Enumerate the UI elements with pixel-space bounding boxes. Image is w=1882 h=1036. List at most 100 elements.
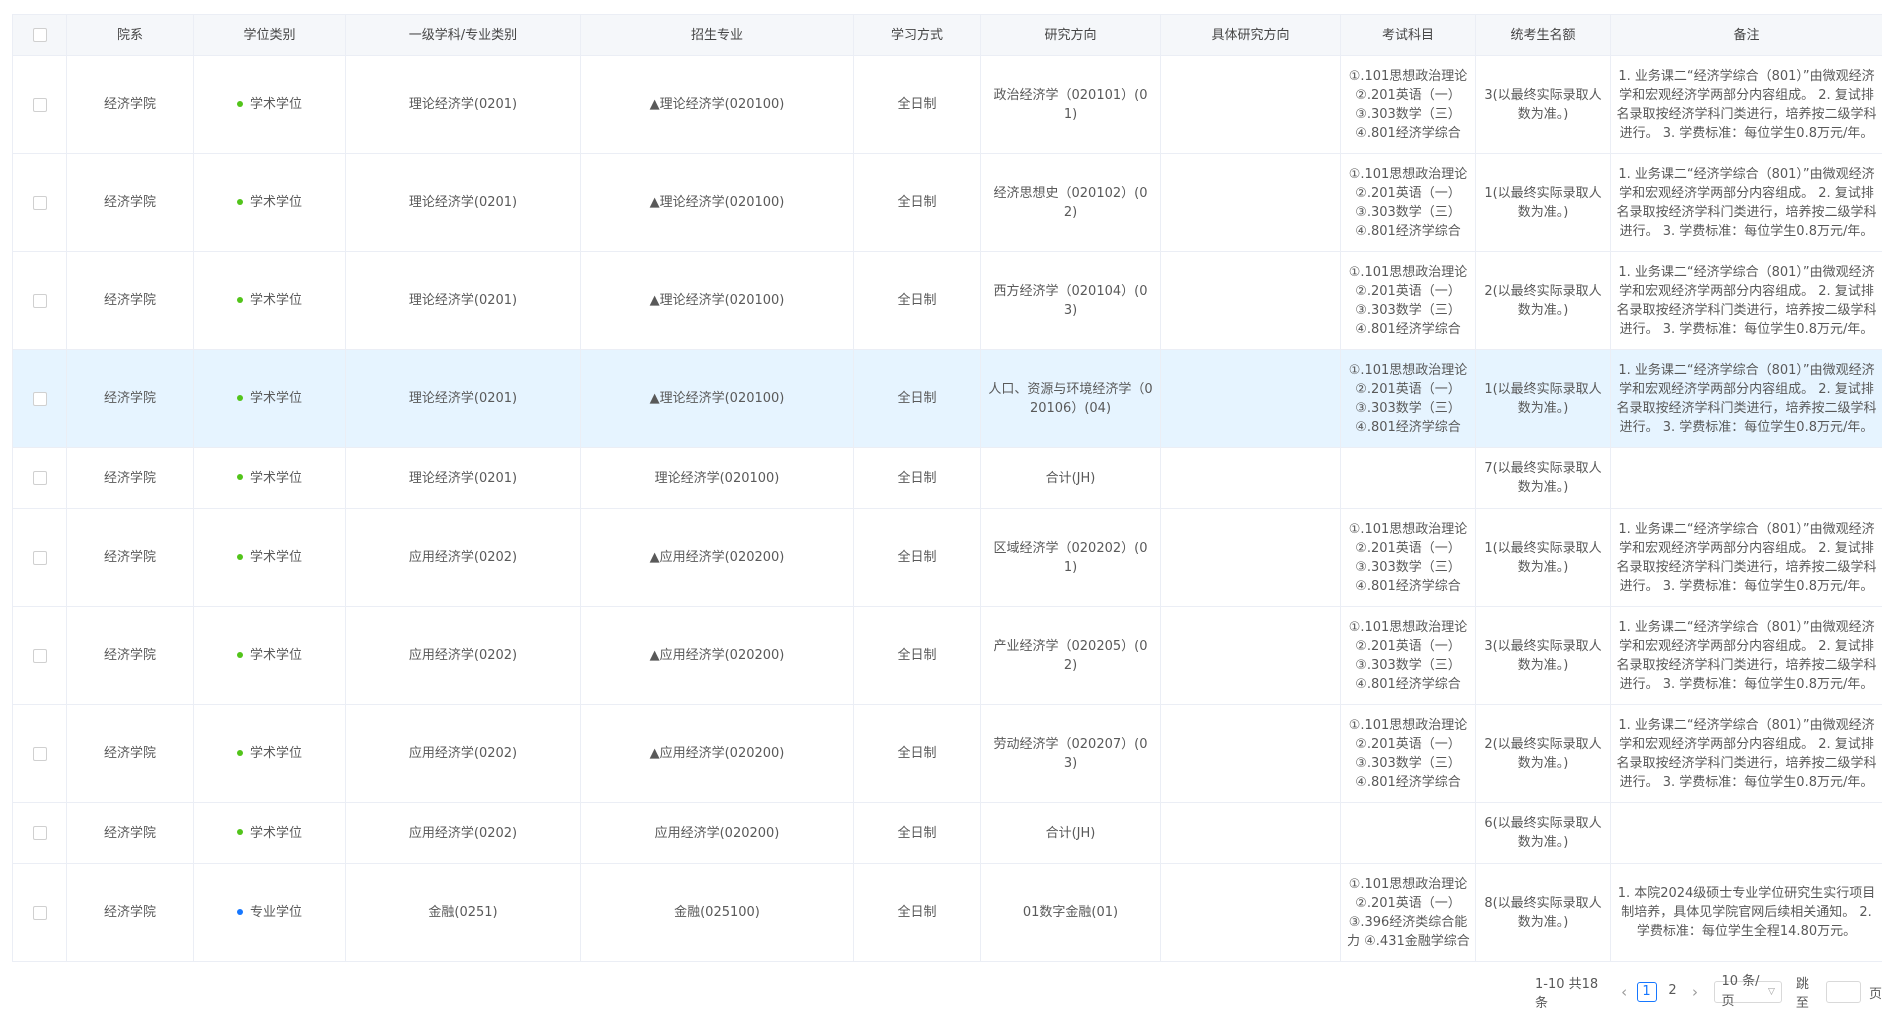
cell-quota: 2(以最终实际录取人数为准。) [1475, 251, 1611, 350]
cell-discipline: 理论经济学(0201) [345, 251, 581, 350]
degree-label: 学术学位 [249, 195, 302, 210]
cell-dept: 经济学院 [66, 508, 194, 607]
row-select-cell[interactable] [12, 251, 67, 350]
cell-mode: 全日制 [853, 704, 981, 803]
cell-discipline: 金融(0251) [345, 863, 581, 962]
table-row[interactable]: 经济学院 学术学位 应用经济学(0202) ▲应用经济学(020200) 全日制 区域经济… [12, 508, 1882, 607]
exam-subject: ③.303数学（三） [1355, 657, 1461, 673]
row-select-cell[interactable] [12, 55, 67, 154]
row-select-cell[interactable] [12, 802, 67, 864]
cell-dept: 经济学院 [66, 606, 194, 705]
exam-subject: ④.801经济学综合 [1355, 125, 1461, 141]
cell-discipline: 理论经济学(0201) [345, 349, 581, 448]
cell-direction: 合计(JH) [980, 447, 1161, 509]
next-page-icon[interactable]: › [1686, 983, 1705, 1001]
row-select-cell[interactable] [12, 508, 67, 607]
exam-subject: ②.201英语（一） [1355, 638, 1461, 654]
row-checkbox[interactable] [32, 293, 47, 308]
status-dot-icon [236, 829, 243, 835]
row-select-cell[interactable] [12, 349, 67, 448]
exam-subject: ③.303数学（三） [1355, 755, 1461, 771]
row-select-cell[interactable] [12, 863, 67, 962]
exam-subject: ②.201英语（一） [1355, 540, 1461, 556]
status-dot-icon [236, 296, 243, 303]
cell-dept: 经济学院 [66, 863, 194, 962]
table-row[interactable]: 经济学院 学术学位 理论经济学(0201) ▲理论经济学(020100) 全日制 政治经济… [12, 55, 1882, 154]
row-checkbox[interactable] [32, 391, 47, 406]
cell-degree: 学术学位 [193, 153, 346, 252]
table-row[interactable]: 经济学院 专业学位 金融(0251) 金融(025100) 全日制 01数字金融(01) ①… [12, 863, 1882, 962]
page-1-button[interactable]: 1 [1636, 982, 1657, 1002]
page-size-select[interactable]: 10 条/页 ▽ [1714, 974, 1782, 1009]
row-select-cell[interactable] [12, 606, 67, 705]
exam-subject: ①.101思想政治理论 [1348, 264, 1468, 280]
exam-subject: ④.801经济学综合 [1355, 774, 1461, 790]
status-dot-icon [236, 749, 243, 756]
cell-direction: 合计(JH) [980, 802, 1161, 864]
cell-mode: 全日制 [853, 802, 981, 864]
table-row[interactable]: 经济学院 学术学位 应用经济学(0202) 应用经济学(020200) 全日制 合计(JH… [12, 802, 1882, 864]
degree-label: 学术学位 [249, 648, 302, 663]
cell-exam: ①.101思想政治理论 ②.201英语（一） ③.303数学（三） ④.801经济学综… [1340, 349, 1476, 448]
table-row[interactable]: 经济学院 学术学位 理论经济学(0201) ▲理论经济学(020100) 全日制 西方经济… [12, 251, 1882, 350]
exam-subject: ④.801经济学综合 [1355, 321, 1461, 337]
exam-subject: ②.201英语（一） [1355, 185, 1461, 201]
status-dot-icon [236, 474, 243, 480]
cell-dept: 经济学院 [66, 251, 194, 350]
column-header-direction: 研究方向 [980, 14, 1161, 56]
row-select-cell[interactable] [12, 704, 67, 803]
prev-page-icon[interactable]: ‹ [1615, 983, 1634, 1001]
exam-subject: ①.101思想政治理论 [1348, 521, 1468, 537]
cell-major: ▲应用经济学(020200) [580, 606, 854, 705]
select-all-checkbox[interactable] [32, 28, 47, 42]
cell-discipline: 应用经济学(0202) [345, 508, 581, 607]
cell-major: ▲理论经济学(020100) [580, 55, 854, 154]
table-row[interactable]: 经济学院 学术学位 应用经济学(0202) ▲应用经济学(020200) 全日制 产业经济… [12, 606, 1882, 705]
row-select-cell[interactable] [12, 447, 67, 509]
cell-major: ▲理论经济学(020100) [580, 153, 854, 252]
row-checkbox[interactable] [32, 746, 47, 761]
row-checkbox[interactable] [32, 648, 47, 663]
cell-discipline: 应用经济学(0202) [345, 606, 581, 705]
exam-subject: ①.101思想政治理论 [1348, 362, 1468, 378]
cell-degree: 学术学位 [193, 349, 346, 448]
degree-label: 学术学位 [249, 97, 302, 112]
row-checkbox[interactable] [32, 471, 47, 485]
exam-subject: ②.201英语（一） [1355, 736, 1461, 752]
cell-mode: 全日制 [853, 153, 981, 252]
select-all-cell[interactable] [12, 14, 67, 56]
cell-mode: 全日制 [853, 447, 981, 509]
cell-direction: 经济思想史（020102）(02) [980, 153, 1161, 252]
table-row[interactable]: 经济学院 学术学位 理论经济学(0201) ▲理论经济学(020100) 全日制 经济思想… [12, 153, 1882, 252]
row-checkbox[interactable] [32, 826, 47, 840]
cell-specific [1160, 55, 1341, 154]
cell-remark: 1. 业务课二“经济学综合（801）”由微观经济学和宏观经济学两部分内容组成。 … [1610, 153, 1882, 252]
row-checkbox[interactable] [32, 550, 47, 565]
cell-major: ▲应用经济学(020200) [580, 704, 854, 803]
row-select-cell[interactable] [12, 153, 67, 252]
status-dot-icon [236, 908, 243, 915]
cell-specific [1160, 863, 1341, 962]
table-row[interactable]: 经济学院 学术学位 应用经济学(0202) ▲应用经济学(020200) 全日制 劳动经济… [12, 704, 1882, 803]
cell-remark [1610, 802, 1882, 864]
cell-major: ▲理论经济学(020100) [580, 251, 854, 350]
status-dot-icon [236, 651, 243, 658]
row-checkbox[interactable] [32, 905, 47, 920]
cell-quota: 8(以最终实际录取人数为准。) [1475, 863, 1611, 962]
cell-major: 应用经济学(020200) [580, 802, 854, 864]
cell-mode: 全日制 [853, 606, 981, 705]
column-header-remark: 备注 [1610, 14, 1882, 56]
cell-exam: ①.101思想政治理论 ②.201英语（一） ③.303数学（三） ④.801经济学综… [1340, 251, 1476, 350]
row-checkbox[interactable] [32, 195, 47, 210]
cell-exam: ①.101思想政治理论 ②.201英语（一） ③.396经济类综合能力 ④.431金… [1340, 863, 1476, 962]
cell-exam [1340, 447, 1476, 509]
cell-quota: 1(以最终实际录取人数为准。) [1475, 153, 1611, 252]
table-row[interactable]: 经济学院 学术学位 理论经济学(0201) ▲理论经济学(020100) 全日制 人口、资… [12, 349, 1882, 448]
row-checkbox[interactable] [32, 97, 47, 112]
status-dot-icon [236, 394, 243, 401]
page-2-button[interactable]: 2 [1663, 982, 1683, 1002]
table-row[interactable]: 经济学院 学术学位 理论经济学(0201) 理论经济学(020100) 全日制 合计(JH… [12, 447, 1882, 509]
cell-exam: ①.101思想政治理论 ②.201英语（一） ③.303数学（三） ④.801经济学综… [1340, 704, 1476, 803]
jump-page-input[interactable] [1826, 981, 1861, 1003]
cell-specific [1160, 349, 1341, 448]
